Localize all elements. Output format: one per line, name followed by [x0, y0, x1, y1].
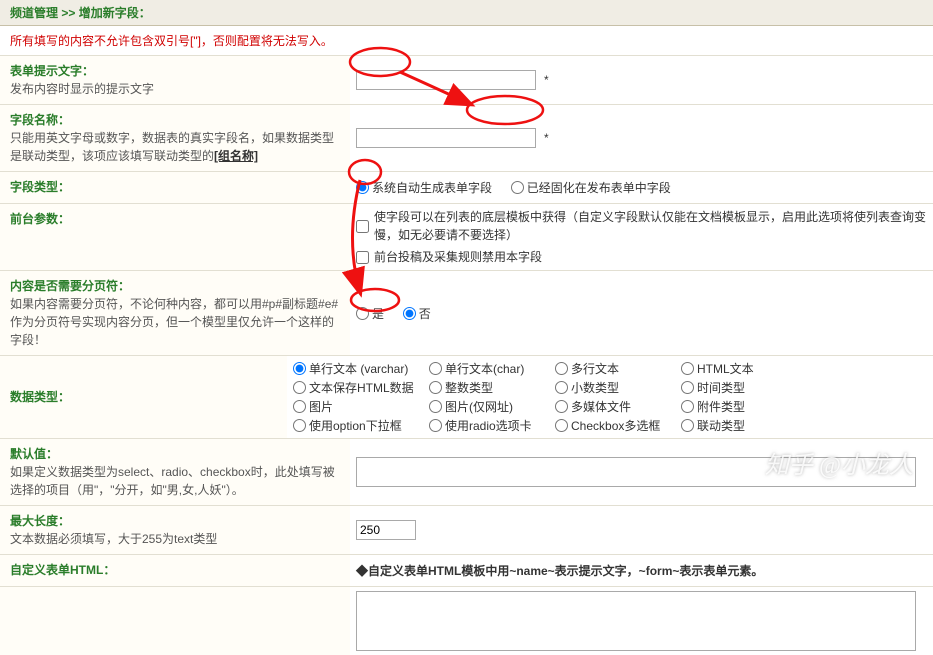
label-frontparam-title: 前台参数：	[10, 212, 70, 226]
datatype-opt-11[interactable]: 附件类型	[681, 398, 801, 415]
maxlen-input[interactable]	[356, 520, 416, 540]
breadcrumb-page: 增加新字段：	[79, 6, 151, 20]
datatype-opt-9[interactable]: 图片(仅网址)	[429, 398, 549, 415]
label-customhtml-title: 自定义表单HTML：	[10, 563, 115, 577]
frontparam-list-checkbox[interactable]	[356, 220, 369, 233]
fieldtype-fixed-option[interactable]: 已经固化在发布表单中字段	[511, 179, 671, 196]
label-fieldtype-title: 字段类型：	[10, 180, 70, 194]
datatype-opt-8[interactable]: 图片	[293, 398, 423, 415]
datatype-opt-5[interactable]: 整数类型	[429, 379, 549, 396]
datatype-opt-0[interactable]: 单行文本 (varchar)	[293, 360, 423, 377]
label-prompt-title: 表单提示文字：	[10, 64, 94, 78]
fieldtype-fixed-radio[interactable]	[511, 181, 524, 194]
group-name-link[interactable]: [组名称]	[214, 149, 258, 163]
datatype-opt-2[interactable]: 多行文本	[555, 360, 675, 377]
datatype-opt-1[interactable]: 单行文本(char)	[429, 360, 549, 377]
prompt-required: *	[544, 73, 549, 87]
datatype-opt-6[interactable]: 小数类型	[555, 379, 675, 396]
label-maxlen-title: 最大长度：	[10, 514, 70, 528]
datatype-opt-15[interactable]: 联动类型	[681, 417, 801, 434]
datatype-opt-10[interactable]: 多媒体文件	[555, 398, 675, 415]
datatype-grid: 单行文本 (varchar) 单行文本(char) 多行文本 HTML文本 文本…	[293, 360, 927, 434]
breadcrumb: 频道管理 >> 增加新字段：	[0, 0, 933, 26]
customhtml-textarea[interactable]	[356, 591, 916, 651]
label-prompt-desc: 发布内容时显示的提示文字	[10, 82, 154, 96]
pagebreak-yes-radio[interactable]	[356, 307, 369, 320]
pagebreak-no-radio[interactable]	[403, 307, 416, 320]
frontparam-disable-checkbox[interactable]	[356, 251, 369, 264]
frontparam-disable-label: 前台投稿及采集规则禁用本字段	[374, 248, 542, 266]
breadcrumb-sep: >>	[58, 6, 79, 20]
label-default-title: 默认值：	[10, 447, 58, 461]
fieldname-required: *	[544, 131, 549, 145]
pagebreak-yes-option[interactable]: 是	[356, 305, 384, 322]
label-datatype-title: 数据类型：	[10, 388, 70, 406]
breadcrumb-cat: 频道管理	[10, 6, 58, 20]
label-pagebreak-desc: 如果内容需要分页符，不论何种内容，都可以用#p#副标题#e#作为分页符号实现内容…	[10, 297, 338, 347]
datatype-opt-7[interactable]: 时间类型	[681, 379, 801, 396]
default-textarea[interactable]	[356, 457, 916, 487]
pagebreak-no-option[interactable]: 否	[403, 305, 431, 322]
datatype-opt-4[interactable]: 文本保存HTML数据	[293, 379, 423, 396]
label-pagebreak-title: 内容是否需要分页符：	[10, 279, 130, 293]
datatype-opt-12[interactable]: 使用option下拉框	[293, 417, 423, 434]
fieldtype-auto-radio[interactable]	[356, 181, 369, 194]
label-fieldname-desc: 只能用英文字母或数字，数据表的真实字段名，如果数据类型是联动类型，该项应该填写联…	[10, 131, 334, 163]
fieldname-input[interactable]	[356, 128, 536, 148]
warning-text: 所有填写的内容不允许包含双引号["]，否则配置将无法写入。	[0, 26, 933, 56]
datatype-opt-14[interactable]: Checkbox多选框	[555, 417, 675, 434]
prompt-input[interactable]	[356, 70, 536, 90]
datatype-opt-3[interactable]: HTML文本	[681, 360, 801, 377]
label-fieldname-title: 字段名称：	[10, 113, 70, 127]
frontparam-list-label: 使字段可以在列表的底层模板中获得（自定义字段默认仅能在文档模板显示，启用此选项将…	[374, 208, 927, 244]
fieldtype-auto-option[interactable]: 系统自动生成表单字段	[356, 179, 492, 196]
customhtml-note: ◆自定义表单HTML模板中用~name~表示提示文字，~form~表示表单元素。	[356, 562, 927, 579]
label-maxlen-desc: 文本数据必须填写，大于255为text类型	[10, 532, 217, 546]
label-default-desc: 如果定义数据类型为select、radio、checkbox时，此处填写被选择的…	[10, 465, 335, 497]
datatype-opt-13[interactable]: 使用radio选项卡	[429, 417, 549, 434]
